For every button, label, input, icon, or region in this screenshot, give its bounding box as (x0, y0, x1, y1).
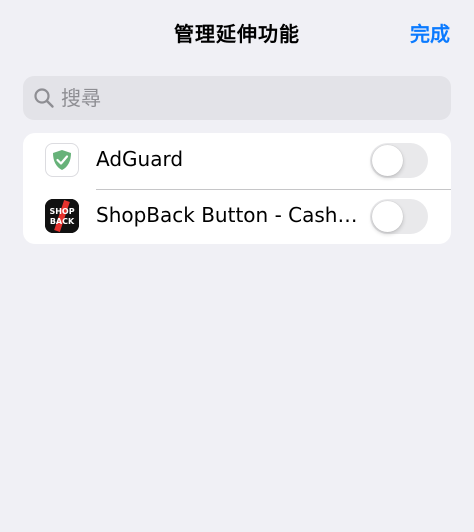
extension-name: ShopBack Button - Cash… (96, 203, 358, 227)
svg-text:SHOP: SHOP (49, 207, 74, 216)
extension-name: AdGuard (96, 147, 184, 171)
search-icon (33, 87, 55, 109)
page-title: 管理延伸功能 (174, 22, 300, 46)
extension-row-shopback: SHOP BACK ShopBack Button - Cash… (23, 189, 451, 244)
toggle-knob (372, 201, 403, 232)
svg-text:BACK: BACK (50, 217, 75, 226)
search-input[interactable] (61, 78, 451, 118)
adguard-shield-icon (45, 143, 79, 177)
adguard-toggle[interactable] (370, 143, 428, 178)
extension-row-adguard: AdGuard (23, 133, 451, 189)
navigation-bar: 管理延伸功能 完成 (0, 0, 474, 64)
shopback-logo-icon: SHOP BACK (45, 199, 79, 233)
search-bar[interactable] (23, 76, 451, 120)
done-button[interactable]: 完成 (410, 18, 450, 47)
toggle-knob (372, 145, 403, 176)
extensions-list: AdGuard SHOP BACK ShopBack Button - Cash… (23, 133, 451, 244)
shopback-toggle[interactable] (370, 199, 428, 234)
